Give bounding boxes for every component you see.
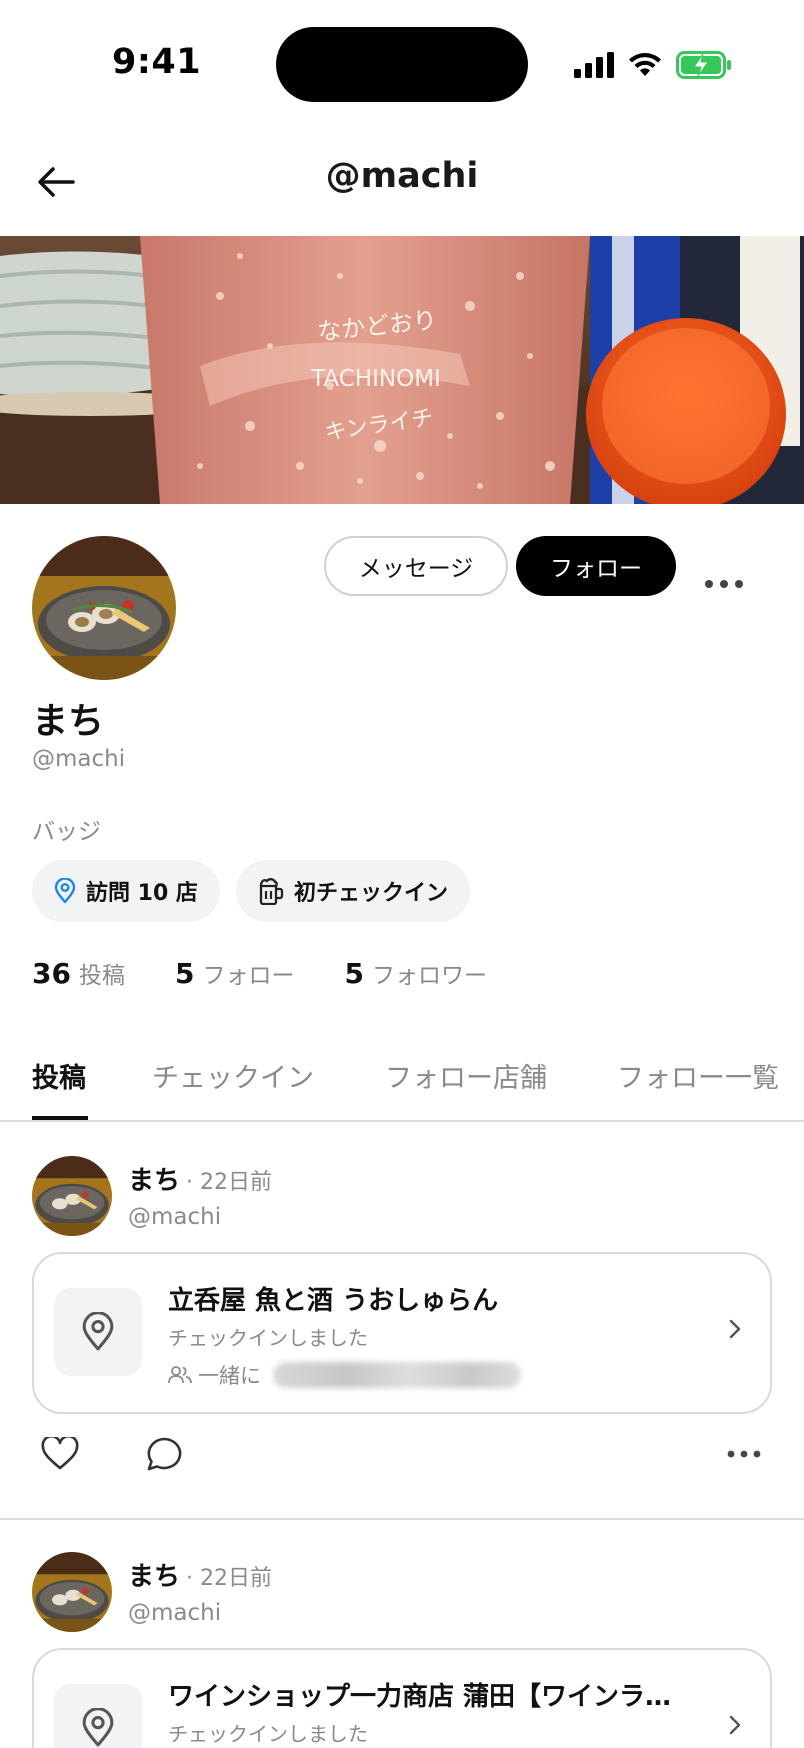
with-label: 一緒に: [198, 1364, 261, 1388]
post-author-name[interactable]: まち · 22日前: [128, 1556, 272, 1593]
post-author-handle: @machi: [128, 1204, 222, 1230]
signal-icon: [574, 52, 614, 78]
checkin-card[interactable]: ワインショップ一力商店 蒲田【ワインラ… チェックインしました: [32, 1648, 772, 1748]
active-tab-indicator: [32, 1116, 88, 1120]
status-time: 9:41: [112, 42, 202, 82]
more-horizontal-icon: [705, 580, 743, 588]
app-header: @machi: [0, 120, 804, 236]
post-author-name[interactable]: まち · 22日前: [128, 1160, 272, 1197]
follow-button[interactable]: フォロー: [516, 536, 676, 596]
comment-icon: [147, 1437, 182, 1471]
like-button[interactable]: [38, 1434, 82, 1474]
chevron-right-icon: [728, 1318, 742, 1344]
tab-checkins[interactable]: チェックイン: [152, 1056, 314, 1095]
wifi-icon: [629, 53, 661, 76]
stat-followers-label: フォロワー: [371, 963, 487, 989]
cover-photo: なかどおり TACHINOMI キンライチ: [0, 236, 804, 504]
post-author-name-text: まち: [128, 1166, 181, 1196]
cover-glass-text-2: TACHINOMI: [310, 366, 441, 392]
status-bar: 9:41: [0, 0, 804, 120]
badge-label: 初チェックイン: [294, 881, 449, 906]
message-button[interactable]: メッセージ: [324, 536, 508, 596]
profile-more-button[interactable]: [700, 566, 748, 602]
stat-posts-label: 投稿: [78, 963, 125, 989]
badges-heading: バッジ: [32, 819, 101, 845]
tab-followed-stores[interactable]: フォロー店舗: [385, 1056, 547, 1095]
tab-follow-list[interactable]: フォロー一覧: [617, 1056, 779, 1095]
post-avatar[interactable]: [32, 1552, 112, 1632]
post-time: · 22日前: [186, 1566, 272, 1591]
comment-button[interactable]: [142, 1434, 186, 1474]
post-author-handle: @machi: [128, 1600, 222, 1626]
post-avatar[interactable]: [32, 1156, 112, 1236]
store-name: ワインショップ一力商店 蒲田【ワインラ…: [168, 1682, 672, 1712]
dynamic-island: [276, 27, 528, 102]
profile-stats: 36 投稿 5 フォロー 5 フォロワー: [32, 956, 487, 990]
heart-icon: [41, 1437, 79, 1470]
checkin-companions: 一緒に: [168, 1360, 521, 1390]
checkin-card[interactable]: 立呑屋 魚と酒 うおしゅらん チェックインしました 一緒に: [32, 1252, 772, 1414]
map-pin-icon: [82, 1312, 114, 1351]
companion-names-redacted: [273, 1362, 521, 1388]
avatar-image: [32, 1156, 112, 1236]
post-time: · 22日前: [186, 1170, 272, 1195]
stat-following[interactable]: 5 フォロー: [175, 956, 294, 990]
post-item: まち · 22日前 @machi ワインショップ一力商店 蒲田【ワインラ… チェッ…: [0, 1520, 804, 1748]
post-item: まち · 22日前 @machi 立呑屋 魚と酒 うおしゅらん チェックインしまし…: [0, 1122, 804, 1520]
badge-label: 訪問 10 店: [86, 881, 198, 906]
stat-followers-count: 5: [344, 957, 364, 990]
checkin-status: チェックインしました: [168, 1326, 368, 1350]
post-author-name-text: まち: [128, 1562, 181, 1592]
stat-posts-count: 36: [32, 957, 71, 990]
page-title: @machi: [325, 156, 479, 196]
stat-posts[interactable]: 36 投稿: [32, 956, 125, 990]
badge-first-checkin[interactable]: 初チェックイン: [236, 860, 471, 922]
store-icon-box: [54, 1288, 142, 1376]
stat-following-label: フォロー: [202, 963, 295, 989]
avatar-image: [32, 1552, 112, 1632]
more-horizontal-icon: [727, 1450, 761, 1458]
status-icons: [574, 48, 732, 82]
stat-followers[interactable]: 5 フォロワー: [344, 956, 486, 990]
post-more-button[interactable]: [724, 1442, 764, 1466]
stat-following-count: 5: [174, 957, 195, 990]
profile-tabs: 投稿 チェックイン フォロー店舗 フォロー一覧: [0, 1048, 804, 1122]
display-name: まち: [32, 701, 105, 742]
beer-mug-icon: [259, 878, 284, 905]
store-name: 立呑屋 魚と酒 うおしゅらん: [168, 1286, 499, 1316]
profile-avatar[interactable]: [32, 536, 176, 680]
store-icon-box: [54, 1684, 142, 1748]
user-handle: @machi: [32, 746, 126, 772]
map-pin-icon: [82, 1708, 114, 1747]
users-icon: [168, 1366, 192, 1384]
cover-image: なかどおり TACHINOMI キンライチ: [0, 236, 804, 504]
chevron-right-icon: [728, 1714, 742, 1740]
avatar-image: [32, 536, 176, 680]
badge-visit-count[interactable]: 訪問 10 店: [32, 860, 220, 922]
map-pin-icon: [54, 878, 76, 904]
checkin-status: チェックインしました: [168, 1722, 368, 1746]
battery-charging-icon: [676, 51, 731, 79]
tab-posts[interactable]: 投稿: [32, 1056, 86, 1095]
